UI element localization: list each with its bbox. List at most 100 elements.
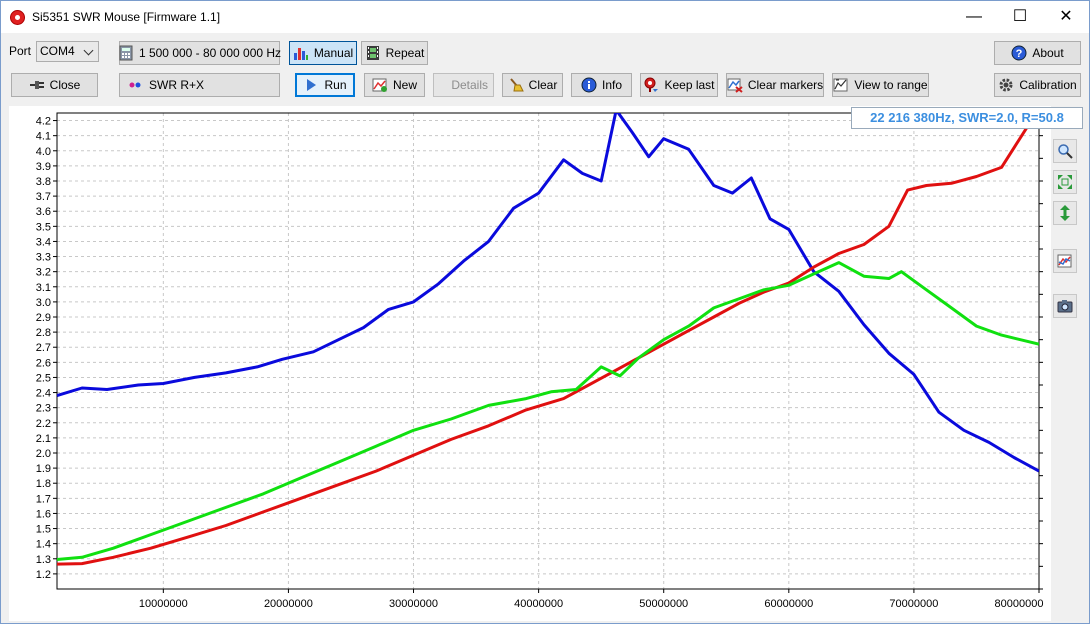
- y-left-tick-label: 2.9: [36, 312, 51, 324]
- x-series-line: [57, 261, 1039, 561]
- port-select[interactable]: COM4: [36, 41, 99, 62]
- y-left-tick-label: 1.6: [36, 508, 51, 520]
- mode-label: SWR R+X: [149, 78, 205, 92]
- swr-series-line: [57, 113, 1039, 473]
- x-tick-label: 20000000: [264, 598, 313, 610]
- calibration-label: Calibration: [1019, 78, 1077, 92]
- y-left-tick-label: 3.9: [36, 161, 51, 173]
- repeat-label: Repeat: [385, 46, 425, 60]
- app-icon: [10, 10, 25, 25]
- x-tick-label: 60000000: [764, 598, 813, 610]
- manual-label: Manual: [313, 46, 354, 60]
- y-left-tick-label: 3.7: [36, 191, 51, 203]
- y-left-tick-label: 1.2: [36, 569, 51, 581]
- details-button[interactable]: Details: [433, 73, 494, 97]
- plot-area[interactable]: 1.2 1.3 1.4 1.5 1.6 1.7 1.8 1.9 2.0 2.1 2.2 2.3 2.4 2…: [9, 106, 1070, 621]
- y-left-tick-label: 4.1: [36, 131, 51, 143]
- keep-last-button[interactable]: Keep last: [640, 73, 718, 97]
- port-label: Port: [9, 44, 32, 58]
- y-left-tick-label: 3.1: [36, 282, 51, 294]
- new-chart-icon: [372, 77, 388, 93]
- y-left-tick-label: 4.2: [36, 116, 51, 128]
- y-left-tick-label: 3.3: [36, 252, 51, 264]
- expand-arrows-icon: [1057, 174, 1073, 190]
- x-tick-label: 30000000: [389, 598, 438, 610]
- y-left-tick-label: 1.3: [36, 554, 51, 566]
- calculator-icon: [118, 45, 134, 61]
- y-left-tick-label: 2.7: [36, 342, 51, 354]
- minimize-button[interactable]: —: [951, 1, 997, 32]
- toolbar: Port COM4 1 500 000 - 80 000 000 Hz Manu…: [1, 33, 1089, 103]
- clear-markers-label: Clear markers: [747, 78, 824, 92]
- calibration-button[interactable]: Calibration: [994, 73, 1081, 97]
- broom-icon: [508, 77, 524, 93]
- clear-markers-button[interactable]: Clear markers: [726, 73, 824, 97]
- vertical-fit-button[interactable]: [1053, 201, 1077, 225]
- new-label: New: [392, 78, 417, 92]
- marker-readout: 22 216 380Hz, SWR=2.0, R=50.8: [851, 107, 1083, 129]
- y-left-tick-label: 1.7: [36, 493, 51, 505]
- fit-view-button[interactable]: [1053, 170, 1077, 194]
- swr-chart[interactable]: 1.2 1.3 1.4 1.5 1.6 1.7 1.8 1.9 2.0 2.1 2.2 2.3 2.4 2…: [9, 106, 1070, 621]
- view-to-range-label: View to range: [854, 78, 928, 92]
- y-left-tick-label: 3.0: [36, 297, 51, 309]
- gear-icon: [998, 77, 1014, 93]
- x-tick-label: 50000000: [639, 598, 688, 610]
- repeat-button[interactable]: Repeat: [361, 41, 428, 65]
- info-button[interactable]: Info: [571, 73, 632, 97]
- maximize-button[interactable]: ☐: [997, 1, 1043, 32]
- view-to-range-button[interactable]: View to range: [832, 73, 929, 97]
- magnifier-icon: [1057, 143, 1073, 159]
- y-left-tick-label: 3.2: [36, 267, 51, 279]
- chevron-down-icon: [83, 45, 94, 56]
- mode-button[interactable]: SWR R+X: [119, 73, 280, 97]
- title-bar: Si5351 SWR Mouse [Firmware 1.1] — ☐ ✕: [1, 1, 1089, 33]
- clear-button[interactable]: Clear: [502, 73, 563, 97]
- manual-button[interactable]: Manual: [289, 41, 357, 65]
- chart-view-button[interactable]: [1053, 249, 1077, 273]
- r-series-line: [57, 113, 1038, 566]
- y-left-tick-label: 1.8: [36, 478, 51, 490]
- close-port-button[interactable]: Close: [11, 73, 98, 97]
- new-button[interactable]: New: [364, 73, 425, 97]
- x-tick-label: 10000000: [139, 598, 188, 610]
- x-tick-label: 80000000: [995, 598, 1044, 610]
- svg-text:?: ?: [1016, 48, 1023, 60]
- close-port-label: Close: [49, 78, 81, 92]
- y-left-tick-label: 1.4: [36, 539, 51, 551]
- window-title: Si5351 SWR Mouse [Firmware 1.1]: [32, 10, 221, 24]
- camera-icon: [1057, 298, 1073, 314]
- y-left-tick-label: 3.4: [36, 236, 51, 248]
- frequency-range-label: 1 500 000 - 80 000 000 Hz: [138, 46, 282, 60]
- main-window: Si5351 SWR Mouse [Firmware 1.1] — ☐ ✕ Po…: [0, 0, 1090, 624]
- about-button[interactable]: ? About: [994, 41, 1081, 65]
- chart-icon: [1057, 253, 1073, 269]
- y-left-tick-label: 1.5: [36, 524, 51, 536]
- bar-chart-icon: [293, 45, 309, 61]
- y-left-tick-label: 3.5: [36, 221, 51, 233]
- y-left-tick-label: 2.4: [36, 388, 51, 400]
- plug-icon: [29, 77, 45, 93]
- keep-last-label: Keep last: [664, 78, 715, 92]
- y-left-tick-label: 2.5: [36, 372, 51, 384]
- y-left-tick-label: 2.0: [36, 448, 51, 460]
- y-left-tick-label: 3.8: [36, 176, 51, 188]
- y-left-tick-label: 2.2: [36, 418, 51, 430]
- clear-label: Clear: [528, 78, 558, 92]
- close-window-button[interactable]: ✕: [1043, 1, 1089, 32]
- port-value: COM4: [40, 44, 75, 58]
- x-tick-label: 70000000: [889, 598, 938, 610]
- run-button[interactable]: Run: [295, 73, 355, 97]
- view-range-icon: [833, 77, 849, 93]
- marker-pin-icon: [643, 77, 659, 93]
- y-left-tick-label: 4.0: [36, 146, 51, 158]
- info-label: Info: [601, 78, 622, 92]
- y-left-tick-label: 1.9: [36, 463, 51, 475]
- screenshot-button[interactable]: [1053, 294, 1077, 318]
- y-left-tick-label: 3.6: [36, 206, 51, 218]
- y-left-tick-label: 2.8: [36, 327, 51, 339]
- x-tick-label: 40000000: [514, 598, 563, 610]
- play-icon: [303, 77, 319, 93]
- zoom-button[interactable]: [1053, 139, 1077, 163]
- frequency-range-button[interactable]: 1 500 000 - 80 000 000 Hz: [118, 41, 282, 65]
